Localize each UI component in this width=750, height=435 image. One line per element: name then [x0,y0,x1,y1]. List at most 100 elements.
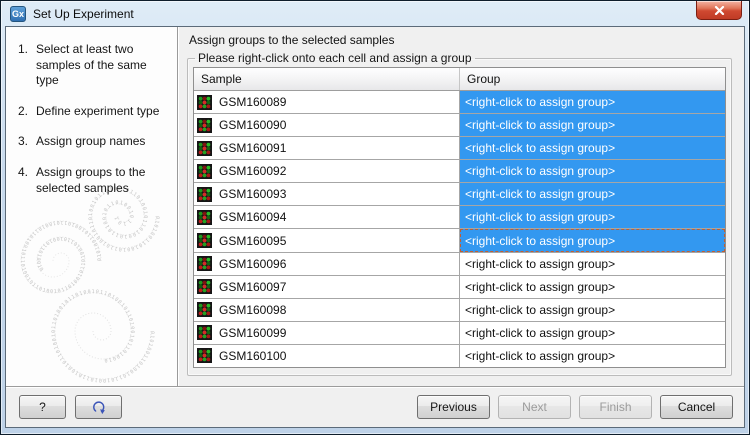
sample-cell[interactable]: GSM160098 [194,299,460,321]
table-header-row: Sample Group [194,68,725,91]
groupbox-legend: Please right-click onto each cell and as… [195,51,475,65]
svg-text:010100110100101101001011010010: 0101001101001011010010110100101101001011… [51,289,155,383]
previous-button[interactable]: Previous [417,395,490,419]
microarray-icon [197,348,212,363]
microarray-icon [197,256,212,271]
group-cell[interactable]: <right-click to assign group> [460,276,725,298]
sample-name: GSM160100 [219,349,286,363]
microarray-icon [197,118,212,133]
sample-name: GSM160097 [219,280,286,294]
group-cell[interactable]: <right-click to assign group> [460,322,725,344]
samples-table: Sample Group GSM160089 <right-cli [193,67,726,368]
table-row: GSM160097 <right-click to assign group> [194,276,725,299]
group-cell[interactable]: <right-click to assign group> [460,206,725,228]
table-row: GSM160089 <right-click to assign group> [194,91,725,114]
group-cell[interactable]: <right-click to assign group> [460,183,725,205]
reset-button[interactable] [75,395,122,419]
table-row: GSM160099 <right-click to assign group> [194,322,725,345]
step-number: 1. [18,42,36,89]
table-row: GSM160096 <right-click to assign group> [194,253,725,276]
table-row: GSM160093 <right-click to assign group> [194,183,725,206]
page-title: Assign groups to the selected samples [189,33,732,47]
cancel-button[interactable]: Cancel [660,395,733,419]
sample-cell[interactable]: GSM160099 [194,322,460,344]
sample-name: GSM160093 [219,187,286,201]
step-number: 4. [18,165,36,196]
window-title: Set Up Experiment [33,7,134,21]
sample-cell[interactable]: GSM160090 [194,114,460,136]
main-panel: Assign groups to the selected samples Pl… [178,27,744,386]
group-cell[interactable]: <right-click to assign group> [460,137,725,159]
app-logo-icon: Gx [10,6,26,22]
sample-cell[interactable]: GSM160096 [194,253,460,275]
sample-cell[interactable]: GSM160095 [194,229,460,251]
sample-name: GSM160094 [219,210,286,224]
sample-cell[interactable]: GSM160092 [194,160,460,182]
group-cell[interactable]: <right-click to assign group> [460,229,725,251]
sample-cell[interactable]: GSM160097 [194,276,460,298]
wizard-steps-sidebar: 1. Select at least two samples of the sa… [6,27,178,386]
microarray-icon [197,210,212,225]
wizard-nav-buttons: Previous Next Finish Cancel [417,395,733,419]
wizard-step-1: 1. Select at least two samples of the sa… [18,42,171,89]
step-label: Define experiment type [36,104,169,120]
sample-cell[interactable]: GSM160093 [194,183,460,205]
step-label: Assign group names [36,134,169,150]
group-cell[interactable]: <right-click to assign group> [460,114,725,136]
sample-name: GSM160095 [219,234,286,248]
microarray-icon [197,187,212,202]
step-label: Assign groups to the selected samples [36,165,169,196]
next-button[interactable]: Next [498,395,571,419]
wizard-step-2: 2. Define experiment type [18,104,171,120]
step-number: 2. [18,104,36,120]
sample-name: GSM160089 [219,95,286,109]
group-cell[interactable]: <right-click to assign group> [460,253,725,275]
help-button-group: ? [19,395,122,419]
microarray-icon [197,141,212,156]
column-header-group[interactable]: Group [460,68,725,90]
finish-button[interactable]: Finish [579,395,652,419]
table-row: GSM160092 <right-click to assign group> [194,160,725,183]
group-cell[interactable]: <right-click to assign group> [460,345,725,367]
microarray-icon [197,279,212,294]
setup-experiment-dialog: Gx Set Up Experiment 1. Select at least … [0,0,750,435]
title-bar[interactable]: Gx Set Up Experiment [1,1,749,26]
close-icon [714,6,725,15]
sample-cell[interactable]: GSM160091 [194,137,460,159]
close-button[interactable] [696,1,742,20]
undo-arrow-icon [90,399,108,415]
wizard-step-list: 1. Select at least two samples of the sa… [18,42,171,196]
sample-name: GSM160092 [219,164,286,178]
microarray-icon [197,325,212,340]
group-cell[interactable]: <right-click to assign group> [460,299,725,321]
sample-cell[interactable]: GSM160100 [194,345,460,367]
table-row: GSM160095 <right-click to assign group> [194,229,725,252]
svg-text:010100110100101101001011010010: 0101001101001011010010110100101101001011… [19,219,103,295]
table-row: GSM160100 <right-click to assign group> [194,345,725,367]
sample-cell[interactable]: GSM160089 [194,91,460,113]
wizard-step-3: 3. Assign group names [18,134,171,150]
table-body: GSM160089 <right-click to assign group> … [194,91,725,367]
group-cell[interactable]: <right-click to assign group> [460,91,725,113]
column-header-sample[interactable]: Sample [194,68,460,90]
table-row: GSM160098 <right-click to assign group> [194,299,725,322]
table-row: GSM160091 <right-click to assign group> [194,137,725,160]
table-row: GSM160094 <right-click to assign group> [194,206,725,229]
dialog-content: 1. Select at least two samples of the sa… [5,26,745,428]
button-bar: ? Previous Next Finish Cancel [6,386,744,427]
help-button[interactable]: ? [19,395,66,419]
step-label: Select at least two samples of the same … [36,42,169,89]
sample-name: GSM160091 [219,141,286,155]
wizard-step-4: 4. Assign groups to the selected samples [18,165,171,196]
assign-group-groupbox: Please right-click onto each cell and as… [187,51,732,376]
step-number: 3. [18,134,36,150]
microarray-icon [197,233,212,248]
microarray-icon [197,95,212,110]
table-row: GSM160090 <right-click to assign group> [194,114,725,137]
sample-cell[interactable]: GSM160094 [194,206,460,228]
microarray-icon [197,302,212,317]
sample-name: GSM160090 [219,118,286,132]
group-cell[interactable]: <right-click to assign group> [460,160,725,182]
microarray-icon [197,164,212,179]
sample-name: GSM160098 [219,303,286,317]
